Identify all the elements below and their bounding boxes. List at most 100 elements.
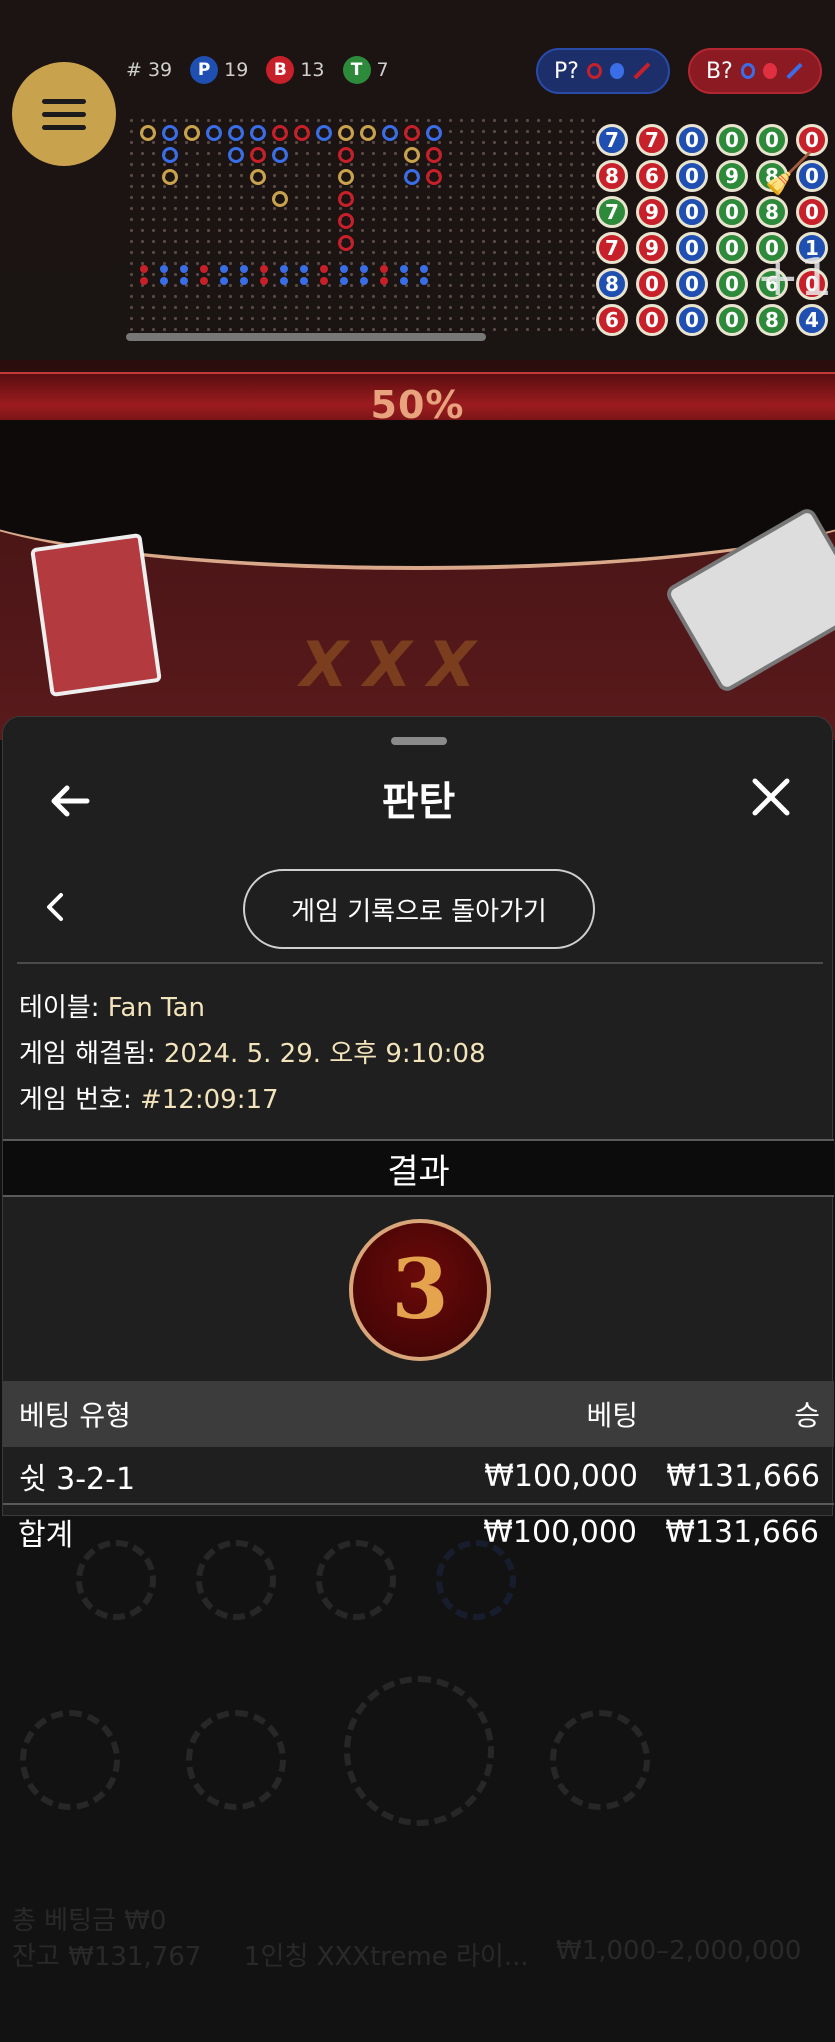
road-marker (426, 169, 442, 185)
close-icon[interactable] (747, 773, 795, 821)
broom-icon[interactable]: 🧹 (764, 150, 814, 197)
road-marker-small (280, 277, 288, 285)
road-marker-small (380, 277, 388, 285)
bead-cell: 0 (676, 124, 708, 156)
road-marker (360, 125, 376, 141)
bead-cell: 0 (716, 304, 748, 336)
bet-table-header: 베팅 유형 베팅 승 (3, 1381, 834, 1447)
background-controls: 총 베팅금 ₩0 잔고 ₩131,767 1인칭 XXXtreme 라이... … (0, 1500, 835, 2042)
road-marker (338, 213, 354, 229)
row-win: ₩131,666 (666, 1458, 820, 1494)
road-marker (272, 125, 288, 141)
bead-cell: 8 (596, 160, 628, 192)
road-marker-small (340, 265, 348, 273)
hollow-circle-icon (740, 63, 756, 79)
table-row: 쉿 3-2-1 ₩100,000 ₩131,666 (3, 1449, 834, 1505)
menu-button[interactable] (12, 62, 116, 166)
menu-icon-bar (42, 124, 86, 130)
result-header: 결과 (3, 1139, 834, 1197)
bead-cell: 7 (596, 232, 628, 264)
roads-scrollbar[interactable] (126, 333, 486, 341)
road-marker-small (420, 265, 428, 273)
resolved-info: 게임 해결됨: 2024. 5. 29. 오후 9:10:08 (19, 1033, 486, 1070)
road-marker (426, 125, 442, 141)
road-marker (184, 125, 200, 141)
total-bet: ₩100,000 (483, 1514, 637, 1550)
slash-icon (633, 62, 651, 80)
table-info-label: 테이블: (19, 993, 108, 1023)
table-logo: XXX (300, 628, 492, 701)
road-marker (228, 125, 244, 141)
predict-player-button[interactable]: P? (536, 48, 670, 94)
limits-text: ₩1,000–2,000,000 (556, 1936, 802, 1966)
resolved-value: 2024. 5. 29. 오후 9:10:08 (163, 1039, 486, 1069)
bead-cell: 0 (676, 232, 708, 264)
bead-cell: 9 (636, 196, 668, 228)
bead-cell: 6 (596, 304, 628, 336)
road-marker (338, 235, 354, 251)
table-name-text: 1인칭 XXXtreme 라이... (244, 1942, 529, 1972)
road-marker-small (160, 277, 168, 285)
bead-cell: 0 (636, 304, 668, 336)
road-marker (140, 125, 156, 141)
hollow-circle-icon (586, 63, 602, 79)
tie-badge: T (342, 56, 371, 84)
road-marker (338, 191, 354, 207)
undo-button (186, 1710, 286, 1810)
road-marker-small (140, 265, 148, 273)
road-marker (162, 147, 178, 163)
road-marker (250, 169, 266, 185)
road-marker (382, 125, 398, 141)
road-marker (162, 125, 178, 141)
bead-cell: 0 (716, 124, 748, 156)
bead-cell: 0 (676, 196, 708, 228)
road-marker-small (340, 277, 348, 285)
back-to-history-button[interactable]: 게임 기록으로 돌아가기 (243, 869, 595, 949)
total-row: 합계 ₩100,000 ₩131,666 (2, 1504, 833, 1560)
road-marker (162, 169, 178, 185)
tie-count: 7 (376, 59, 389, 81)
bead-cell: 8 (756, 196, 788, 228)
road-marker-small (260, 277, 268, 285)
table-info: 테이블: Fan Tan (19, 987, 205, 1024)
balance-text: 잔고 ₩131,767 (12, 1942, 202, 1972)
road-marker-small (220, 265, 228, 273)
road-grid (126, 115, 596, 335)
divider (17, 962, 823, 964)
predict-player-label: P? (554, 58, 579, 84)
header-bet: 베팅 (586, 1399, 638, 1432)
total-win: ₩131,666 (665, 1514, 819, 1550)
predict-banker-button[interactable]: B? (688, 48, 822, 94)
game-view: # 39 P 19 B 13 T 7 P? B? 770000860980790… (0, 0, 835, 740)
bead-cell: 0 (716, 268, 748, 300)
road-marker (228, 147, 244, 163)
deal-button (344, 1676, 494, 1826)
road-marker (294, 125, 310, 141)
result-number: 3 (391, 1242, 449, 1338)
road-marker-small (420, 277, 428, 285)
game-number-value: #12:09:17 (139, 1085, 279, 1115)
filled-circle-icon (609, 63, 625, 79)
road-marker (338, 125, 354, 141)
bead-cell: 8 (756, 304, 788, 336)
chevron-left-icon[interactable] (41, 889, 71, 925)
player-count: 19 (224, 59, 249, 81)
bead-cell: 0 (676, 304, 708, 336)
auto-button (20, 1710, 120, 1810)
road-marker-small (360, 265, 368, 273)
road-marker-small (140, 277, 148, 285)
menu-icon-bar (42, 111, 86, 117)
bead-cell: 0 (716, 232, 748, 264)
double-button (550, 1710, 650, 1810)
total-bet-text: 총 베팅금 ₩0 (12, 1906, 167, 1936)
road-marker-small (200, 265, 208, 273)
plus-one-label: +1 (756, 248, 833, 308)
road-marker-small (160, 265, 168, 273)
road-marker (316, 125, 332, 141)
result-ball: 3 (349, 1219, 491, 1361)
sheet-handle[interactable] (391, 737, 447, 745)
bead-cell: 0 (796, 196, 828, 228)
road-marker-small (180, 265, 188, 273)
bead-cell: 9 (636, 232, 668, 264)
bead-cell: 6 (636, 160, 668, 192)
